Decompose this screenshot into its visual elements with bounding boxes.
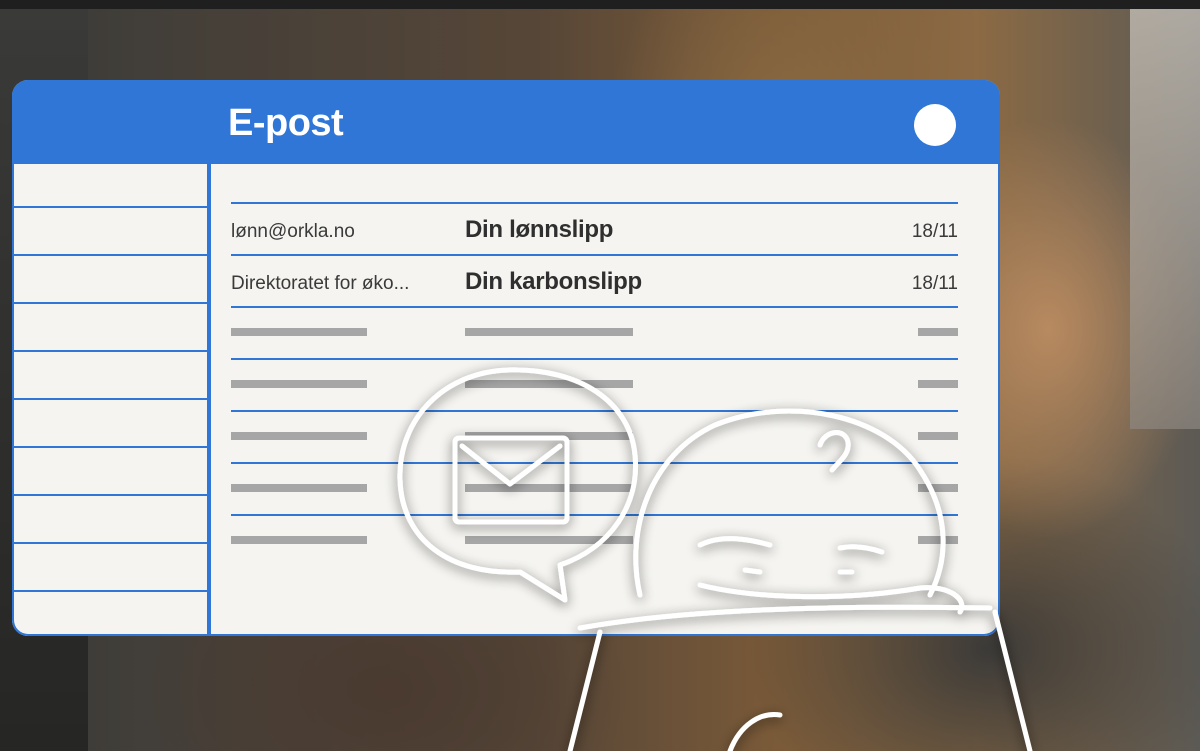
email-window: E-post lønn@orkla.no Din lønnslipp 18/11… <box>12 80 1000 636</box>
sidebar-divider <box>12 350 207 352</box>
placeholder-bar <box>465 328 633 336</box>
sidebar-divider <box>12 590 207 592</box>
row-divider <box>231 462 958 464</box>
sidebar-divider <box>12 446 207 448</box>
row-divider <box>231 410 958 412</box>
placeholder-bar <box>918 380 958 388</box>
placeholder-bar <box>231 536 367 544</box>
email-sender: lønn@orkla.no <box>231 221 355 242</box>
row-divider <box>231 514 958 516</box>
sidebar-divider <box>12 302 207 304</box>
sidebar-divider <box>12 542 207 544</box>
row-divider <box>231 254 958 256</box>
email-date: 18/11 <box>911 221 958 242</box>
folder-sidebar <box>12 164 211 636</box>
placeholder-bar <box>231 432 367 440</box>
placeholder-bar <box>231 380 367 388</box>
sidebar-divider <box>12 254 207 256</box>
placeholder-bar <box>918 432 958 440</box>
placeholder-bar <box>465 484 633 492</box>
email-date: 18/11 <box>911 273 958 294</box>
row-divider <box>231 306 958 308</box>
background-window-light <box>1130 9 1200 429</box>
title-bar: E-post <box>12 80 1000 164</box>
email-list: lønn@orkla.no Din lønnslipp 18/11 Direkt… <box>231 164 958 636</box>
placeholder-bar <box>918 484 958 492</box>
row-divider <box>231 358 958 360</box>
sidebar-divider <box>12 206 207 208</box>
email-subject: Din karbonslipp <box>465 268 642 295</box>
placeholder-bar <box>918 536 958 544</box>
email-sender: Direktoratet for øko... <box>231 273 410 294</box>
placeholder-bar <box>465 536 633 544</box>
row-divider <box>231 202 958 204</box>
placeholder-bar <box>465 380 633 388</box>
placeholder-bar <box>231 484 367 492</box>
placeholder-bar <box>231 328 367 336</box>
sidebar-divider <box>12 494 207 496</box>
top-bar <box>0 0 1200 9</box>
placeholder-bar <box>465 432 633 440</box>
placeholder-bar <box>918 328 958 336</box>
close-dot-icon[interactable] <box>914 104 956 146</box>
email-subject: Din lønnslipp <box>465 216 614 243</box>
sidebar-divider <box>12 398 207 400</box>
window-title: E-post <box>228 102 344 144</box>
